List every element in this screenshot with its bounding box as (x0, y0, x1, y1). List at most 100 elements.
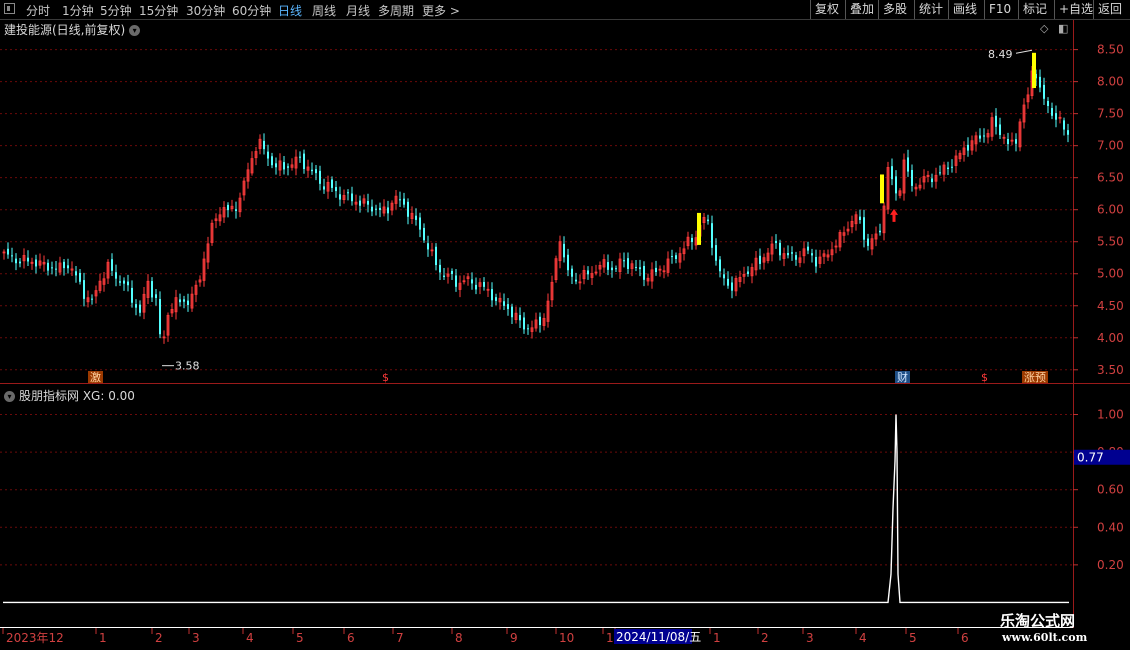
candle-body (511, 306, 513, 318)
candle-body (775, 240, 777, 244)
candle-body (407, 201, 409, 217)
candle-body (655, 267, 657, 273)
candle-body (267, 151, 269, 159)
candle-body (1007, 138, 1009, 145)
candle-body (7, 248, 9, 255)
candle-body (879, 230, 881, 233)
candle-body (611, 267, 613, 271)
candle-body (63, 261, 65, 269)
candle-body (263, 140, 265, 150)
main-tick-label: 8.50 (1097, 43, 1124, 57)
candle-body (351, 193, 353, 202)
candle-body (419, 217, 421, 230)
candle-body (895, 176, 897, 194)
candle-body (607, 262, 609, 270)
candle-body (227, 204, 229, 211)
candle-body (347, 192, 349, 194)
candles-layer: 8.49 3.58 (2, 48, 1069, 373)
candle-body (387, 207, 389, 214)
candle-body (435, 246, 437, 266)
candle-body (299, 156, 301, 158)
main-tick-label: 4.50 (1097, 299, 1124, 313)
candle-body (455, 275, 457, 287)
main-tick-label: 7.50 (1097, 107, 1124, 121)
x-tick-label: 10 (559, 631, 574, 645)
candle-body (711, 223, 713, 248)
candle-body (439, 264, 441, 273)
ind-tick-label: 0.40 (1097, 520, 1124, 534)
candle-body (951, 166, 953, 168)
candle-body (635, 266, 637, 268)
x-tick-label: 8 (455, 631, 463, 645)
candle-body (135, 304, 137, 308)
candle-body (375, 208, 377, 210)
candle-body (791, 252, 793, 254)
candle-body (859, 216, 861, 221)
x-tick-label: 7 (396, 631, 404, 645)
candle-body (475, 284, 477, 290)
watermark-url: www.60lt.com (1002, 631, 1088, 644)
main-tick-label: 4.00 (1097, 331, 1124, 345)
candle-body (51, 267, 53, 269)
candle-body (995, 115, 997, 127)
main-tick-label: 3.50 (1097, 363, 1124, 377)
candle-body (911, 169, 913, 186)
candle-body (1015, 139, 1017, 144)
candle-body (811, 253, 813, 256)
candle-body (523, 317, 525, 330)
candle-body (891, 166, 893, 180)
candle-body (491, 289, 493, 301)
high-marker-line (1015, 49, 1033, 54)
candle-body (427, 243, 429, 250)
x-tick-label: 2 (155, 631, 163, 645)
buy-signal-arrow (890, 208, 898, 222)
candle-body (151, 281, 153, 298)
x-tick-label: 2023年12 (6, 631, 64, 645)
low-label: 3.58 (175, 360, 200, 373)
candle-body (183, 299, 185, 302)
candle-body (643, 265, 645, 280)
candle-body (27, 257, 29, 262)
candle-body (1051, 108, 1053, 116)
candle-body (91, 298, 93, 300)
candle-body (47, 262, 49, 271)
chart-canvas[interactable]: 8.49 3.58 8.50 8.00 7.50 7.00 6.50 6.00 5.50 5.0… (0, 0, 1130, 650)
x-tick-label: 3 (806, 631, 814, 645)
candle-body (727, 278, 729, 286)
x-tick-label: 3 (192, 631, 200, 645)
candle-body (795, 255, 797, 260)
x-cursor-label: 2024/11/08/五 (616, 630, 701, 644)
x-tick-label: 1 (713, 631, 721, 645)
candle-body (615, 268, 617, 270)
candle-body (371, 206, 373, 212)
candle-body (1063, 120, 1065, 130)
candle-body (807, 246, 809, 251)
candle-body (159, 298, 161, 335)
candle-body (779, 242, 781, 256)
candle-body (123, 280, 125, 284)
candle-body (451, 270, 453, 275)
candle-body (179, 299, 181, 303)
candle-body (339, 194, 341, 200)
candle-body (623, 260, 625, 262)
ind-tick-label: 1.00 (1097, 408, 1124, 422)
candle-body (311, 169, 313, 172)
x-tick-label: 9 (510, 631, 518, 645)
indicator-layer (3, 414, 1069, 604)
candle-body (443, 275, 445, 277)
candle-body (15, 258, 17, 264)
candle-body (415, 215, 417, 220)
candle-body (131, 287, 133, 303)
candle-body (587, 270, 589, 275)
x-tick-label: 2 (761, 631, 769, 645)
candle-body (423, 227, 425, 241)
candle-body (719, 259, 721, 272)
candle-body (675, 255, 677, 259)
highlight-candle (1032, 52, 1036, 89)
xg-signal-line (3, 414, 1069, 604)
candle-body (731, 282, 733, 291)
candle-body (1039, 76, 1041, 88)
main-tick-label: 5.50 (1097, 235, 1124, 249)
candle-body (119, 281, 121, 283)
candle-body (495, 297, 497, 301)
